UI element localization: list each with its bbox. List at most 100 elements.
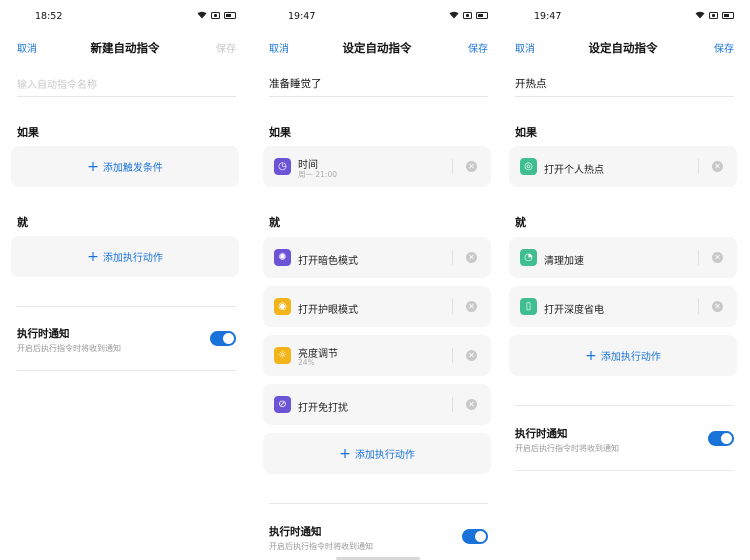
screen-record-icon: [211, 11, 220, 19]
trigger-item-hotspot[interactable]: ◎ 打开个人热点 ✕: [509, 146, 737, 187]
status-time: 19:47: [288, 11, 316, 22]
dark-mode-icon: ✺: [274, 249, 291, 266]
action-subtitle: 24%: [298, 358, 315, 367]
save-button[interactable]: 保存: [216, 40, 236, 55]
instruction-name-input[interactable]: 开热点: [515, 76, 734, 97]
if-section-label: 如果: [17, 126, 39, 139]
eye-care-icon: ◉: [274, 298, 291, 315]
plus-icon: +: [585, 347, 597, 364]
notify-toggle[interactable]: [462, 529, 488, 544]
notify-title: 执行时通知: [17, 328, 70, 340]
item-divider: [698, 299, 699, 314]
screen-record-icon: [709, 11, 718, 19]
item-divider: [452, 250, 453, 265]
notify-toggle[interactable]: [708, 431, 734, 446]
action-title: 清理加速: [544, 256, 584, 267]
add-action-label: 添加执行动作: [102, 253, 163, 264]
clock-icon: ◷: [274, 158, 291, 175]
divider: [17, 306, 236, 307]
item-divider: [452, 397, 453, 412]
item-divider: [698, 250, 699, 265]
save-button[interactable]: 保存: [714, 40, 734, 55]
add-trigger-button[interactable]: + 添加触发条件: [11, 146, 239, 187]
remove-icon[interactable]: ✕: [466, 301, 477, 312]
item-divider: [452, 348, 453, 363]
battery-icon: [476, 11, 488, 19]
action-title: 打开护眼模式: [298, 305, 358, 316]
item-divider: [452, 299, 453, 314]
instruction-name-input[interactable]: 输入自动指令名称: [17, 76, 236, 97]
speed-up-icon: ◔: [520, 249, 537, 266]
trigger-item-time[interactable]: ◷ 时间 周一 21:00 ✕: [263, 146, 491, 187]
status-bar: 18:52: [0, 11, 250, 25]
if-section-label: 如果: [515, 126, 537, 139]
item-divider: [698, 159, 699, 174]
wifi-icon: [695, 11, 705, 19]
battery-saver-icon: ▯: [520, 298, 537, 315]
remove-icon[interactable]: ✕: [712, 301, 723, 312]
nav-bar: 取消 新建自动指令 保存: [0, 40, 250, 60]
battery-icon: [722, 11, 734, 19]
notify-title: 执行时通知: [515, 428, 568, 440]
notify-subtitle: 开启后执行指令时将收到通知: [17, 344, 121, 353]
trigger-subtitle: 周一 21:00: [298, 170, 337, 179]
divider: [17, 370, 236, 371]
divider: [269, 503, 488, 504]
action-item-dark-mode[interactable]: ✺ 打开暗色模式 ✕: [263, 237, 491, 278]
status-time: 19:47: [534, 11, 562, 22]
plus-icon: +: [87, 248, 99, 265]
status-bar: 19:47: [252, 11, 502, 25]
action-item-speed-up[interactable]: ◔ 清理加速 ✕: [509, 237, 737, 278]
then-section-label: 就: [17, 216, 28, 229]
remove-icon[interactable]: ✕: [466, 350, 477, 361]
brightness-icon: ☼: [274, 347, 291, 364]
remove-icon[interactable]: ✕: [712, 252, 723, 263]
action-item-battery-saver[interactable]: ▯ 打开深度省电 ✕: [509, 286, 737, 327]
action-title: 打开免打扰: [298, 403, 348, 414]
page-title: 设定自动指令: [588, 41, 658, 55]
screen-hotspot-instruction: 19:47 取消 设定自动指令 保存 开热点 如果 ◎ 打开个人热点 ✕ 就 ◔…: [498, 0, 748, 560]
page-title: 设定自动指令: [342, 41, 412, 55]
wifi-icon: [197, 11, 207, 19]
page-title: 新建自动指令: [90, 41, 160, 55]
wifi-icon: [449, 11, 459, 19]
nav-bar: 取消 设定自动指令 保存: [252, 40, 502, 60]
hotspot-icon: ◎: [520, 158, 537, 175]
action-item-do-not-disturb[interactable]: ⊘ 打开免打扰 ✕: [263, 384, 491, 425]
status-time: 18:52: [35, 11, 63, 22]
action-item-brightness[interactable]: ☼ 亮度调节 24% ✕: [263, 335, 491, 376]
then-section-label: 就: [515, 216, 526, 229]
instruction-name-input[interactable]: 准备睡觉了: [269, 76, 488, 97]
add-action-button[interactable]: + 添加执行动作: [263, 433, 491, 474]
remove-icon[interactable]: ✕: [466, 399, 477, 410]
plus-icon: +: [87, 158, 99, 175]
status-bar: 19:47: [498, 11, 748, 25]
add-action-label: 添加执行动作: [600, 352, 661, 363]
remove-icon[interactable]: ✕: [466, 161, 477, 172]
add-trigger-label: 添加触发条件: [102, 163, 163, 174]
notify-subtitle: 开启后执行指令时将收到通知: [269, 542, 373, 551]
notify-subtitle: 开启后执行指令时将收到通知: [515, 444, 619, 453]
battery-icon: [224, 11, 236, 19]
notify-toggle[interactable]: [210, 331, 236, 346]
notify-title: 执行时通知: [269, 526, 322, 538]
divider: [515, 470, 734, 471]
screen-record-icon: [463, 11, 472, 19]
trigger-title: 打开个人热点: [544, 165, 604, 176]
remove-icon[interactable]: ✕: [712, 161, 723, 172]
remove-icon[interactable]: ✕: [466, 252, 477, 263]
action-item-eye-care[interactable]: ◉ 打开护眼模式 ✕: [263, 286, 491, 327]
then-section-label: 就: [269, 216, 280, 229]
add-action-label: 添加执行动作: [354, 450, 415, 461]
action-title: 打开暗色模式: [298, 256, 358, 267]
save-button[interactable]: 保存: [468, 40, 488, 55]
screen-sleep-instruction: 19:47 取消 设定自动指令 保存 准备睡觉了 如果 ◷ 时间 周一 21:0…: [252, 0, 502, 560]
screen-new-instruction: 18:52 取消 新建自动指令 保存 输入自动指令名称 如果 + 添加触发条件 …: [0, 0, 250, 560]
if-section-label: 如果: [269, 126, 291, 139]
do-not-disturb-icon: ⊘: [274, 396, 291, 413]
plus-icon: +: [339, 445, 351, 462]
add-action-button[interactable]: + 添加执行动作: [11, 236, 239, 277]
nav-bar: 取消 设定自动指令 保存: [498, 40, 748, 60]
add-action-button[interactable]: + 添加执行动作: [509, 335, 737, 376]
divider: [515, 405, 734, 406]
